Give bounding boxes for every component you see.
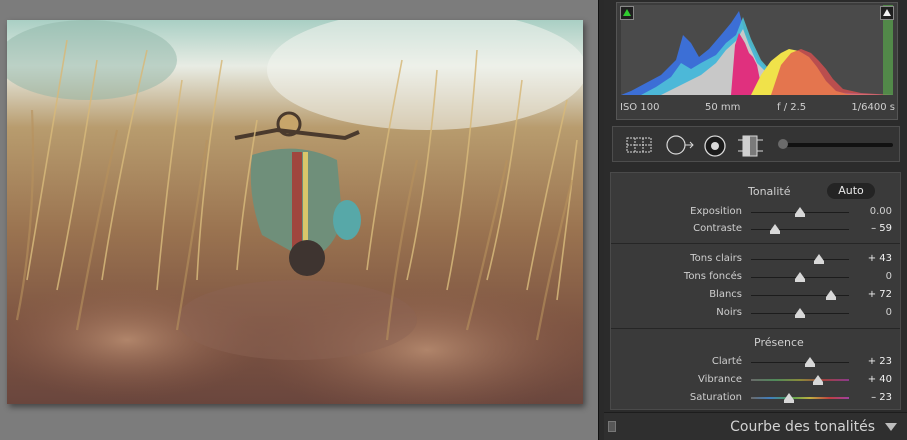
- divider: [611, 243, 900, 244]
- histogram-info: ISO 100 50 mm f / 2.5 1/6400 s: [617, 99, 897, 117]
- slider-row-saturation[interactable]: Saturation – 23: [611, 389, 902, 407]
- slider-knob[interactable]: [769, 224, 780, 234]
- slider-knob[interactable]: [795, 207, 805, 217]
- slider-label: Vibrance: [698, 374, 742, 385]
- triangle-icon: [883, 9, 891, 16]
- basic-panel: Tonalité Auto Exposition 0.00 Contraste …: [610, 172, 901, 410]
- slider-row-contrast[interactable]: Contraste – 59: [611, 220, 902, 238]
- crop-overlay-icon[interactable]: [625, 135, 653, 155]
- photo-image: [7, 20, 583, 404]
- shutter-speed: 1/6400 s: [851, 102, 895, 113]
- histogram-plot: [621, 5, 893, 95]
- adjustment-brush-track[interactable]: [783, 143, 893, 147]
- slider-track[interactable]: [751, 379, 849, 381]
- slider-label: Clarté: [711, 356, 742, 367]
- slider-row-vibrance[interactable]: Vibrance + 40: [611, 371, 902, 389]
- slider-label: Noirs: [716, 307, 742, 318]
- tone-curve-header[interactable]: Courbe des tonalités: [604, 412, 907, 440]
- slider-knob[interactable]: [795, 308, 805, 318]
- slider-row-blacks[interactable]: Noirs 0: [611, 304, 902, 322]
- slider-label: Saturation: [689, 392, 742, 403]
- slider-track[interactable]: [751, 229, 849, 230]
- slider-value[interactable]: + 43: [868, 253, 892, 264]
- photo-preview[interactable]: [7, 20, 583, 404]
- tone-curve-title: Courbe des tonalités: [730, 419, 875, 435]
- shadow-clipping-toggle[interactable]: [620, 6, 634, 20]
- adjustment-brush-knob[interactable]: [778, 139, 788, 149]
- slider-row-clarity[interactable]: Clarté + 23: [611, 353, 902, 371]
- slider-value[interactable]: 0: [886, 307, 892, 318]
- iso-value: ISO 100: [620, 102, 660, 113]
- slider-knob[interactable]: [784, 393, 795, 403]
- slider-value[interactable]: + 23: [868, 356, 892, 367]
- graduated-filter-icon[interactable]: [737, 135, 765, 157]
- slider-knob[interactable]: [812, 375, 823, 385]
- slider-value[interactable]: – 23: [871, 392, 892, 403]
- slider-value[interactable]: 0.00: [870, 206, 892, 217]
- divider: [611, 328, 900, 329]
- presence-section-title: Présence: [754, 336, 804, 349]
- slider-row-highlights[interactable]: Tons clairs + 43: [611, 250, 902, 268]
- slider-knob[interactable]: [795, 272, 805, 282]
- slider-track[interactable]: [751, 259, 849, 260]
- aperture: f / 2.5: [777, 102, 807, 113]
- slider-value[interactable]: + 72: [868, 289, 892, 300]
- panel-switch-icon[interactable]: [608, 421, 616, 432]
- slider-knob[interactable]: [804, 357, 815, 367]
- slider-track[interactable]: [751, 362, 849, 363]
- slider-label: Tons clairs: [690, 253, 742, 264]
- triangle-icon: [623, 9, 631, 16]
- slider-row-shadows[interactable]: Tons foncés 0: [611, 268, 902, 286]
- chevron-down-icon[interactable]: [885, 423, 897, 431]
- histogram: ISO 100 50 mm f / 2.5 1/6400 s: [616, 2, 898, 120]
- tone-section-title: Tonalité: [748, 185, 791, 198]
- photo-viewer: [0, 0, 598, 440]
- spot-removal-icon[interactable]: [665, 135, 695, 155]
- slider-row-exposure[interactable]: Exposition 0.00: [611, 203, 902, 221]
- slider-value[interactable]: + 40: [868, 374, 892, 385]
- red-eye-icon[interactable]: [703, 135, 727, 157]
- highlight-clipping-toggle[interactable]: [880, 6, 894, 20]
- slider-label: Contraste: [693, 223, 742, 234]
- auto-tone-button[interactable]: Auto: [827, 183, 875, 199]
- slider-label: Exposition: [690, 206, 742, 217]
- slider-value[interactable]: – 59: [871, 223, 892, 234]
- slider-label: Blancs: [709, 289, 742, 300]
- slider-label: Tons foncés: [683, 271, 742, 282]
- tool-strip: [612, 126, 900, 162]
- slider-track[interactable]: [751, 397, 849, 399]
- slider-knob[interactable]: [826, 290, 837, 300]
- develop-panel: ISO 100 50 mm f / 2.5 1/6400 s Tonalité …: [604, 0, 907, 440]
- slider-row-whites[interactable]: Blancs + 72: [611, 286, 902, 304]
- slider-knob[interactable]: [813, 254, 824, 264]
- focal-length: 50 mm: [705, 102, 741, 113]
- slider-value[interactable]: 0: [886, 271, 892, 282]
